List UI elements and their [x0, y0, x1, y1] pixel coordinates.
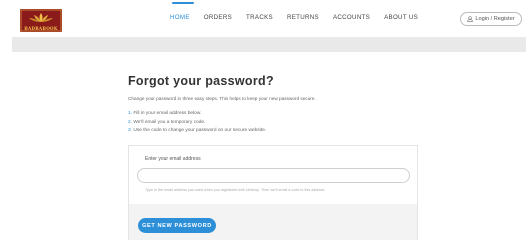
step-text: We'll email you a temporary code.: [133, 119, 206, 125]
email-field[interactable]: [137, 168, 410, 183]
step-number: 3.: [128, 128, 133, 134]
email-help-text: Type in the email address you used when …: [145, 188, 326, 192]
nav-item-accounts[interactable]: ACCOUNTS: [333, 14, 370, 26]
nav-item-tracks[interactable]: TRACKS: [246, 14, 273, 26]
login-register-label: Login / Register: [475, 16, 515, 22]
nav-item-returns[interactable]: RETURNS: [287, 14, 319, 26]
main-nav: HOME ORDERS TRACKS RETURNS ACCOUNTS ABOU…: [170, 14, 432, 26]
step-item: 2. We'll email you a temporary code.: [128, 119, 266, 128]
step-number: 1.: [128, 111, 133, 116]
step-item: 1. Fill in your email address below.: [128, 110, 266, 119]
steps-list: 1. Fill in your email address below. 2. …: [128, 110, 266, 136]
step-text: Fill in your email address below.: [133, 111, 202, 116]
brand-logo[interactable]: BADRABOOK: [20, 9, 62, 32]
login-register-button[interactable]: Login / Register: [460, 12, 522, 26]
user-icon: [467, 16, 474, 22]
email-field-label: Enter your email address: [145, 156, 201, 162]
page-banner: [12, 37, 526, 52]
get-new-password-button[interactable]: GET NEW PASSWORD: [138, 218, 216, 233]
nav-item-orders[interactable]: ORDERS: [204, 14, 232, 26]
step-text: Use the code to change your password on …: [133, 128, 267, 134]
page-subtitle: Change your password in three easy steps…: [128, 96, 316, 101]
active-nav-indicator: [172, 2, 194, 4]
top-navigation-bar: BADRABOOK HOME ORDERS TRACKS RETURNS ACC…: [0, 0, 526, 37]
reset-form-panel: Enter your email address Type in the ema…: [128, 145, 418, 240]
form-footer: GET NEW PASSWORD: [129, 204, 417, 240]
step-item: 3. Use the code to change your password …: [128, 127, 266, 136]
brand-name: BADRABOOK: [24, 26, 58, 31]
step-number: 2.: [128, 119, 133, 125]
nav-item-home[interactable]: HOME: [170, 14, 190, 26]
page-title: Forgot your password?: [128, 74, 274, 88]
nav-item-about-us[interactable]: ABOUT US: [384, 14, 418, 26]
